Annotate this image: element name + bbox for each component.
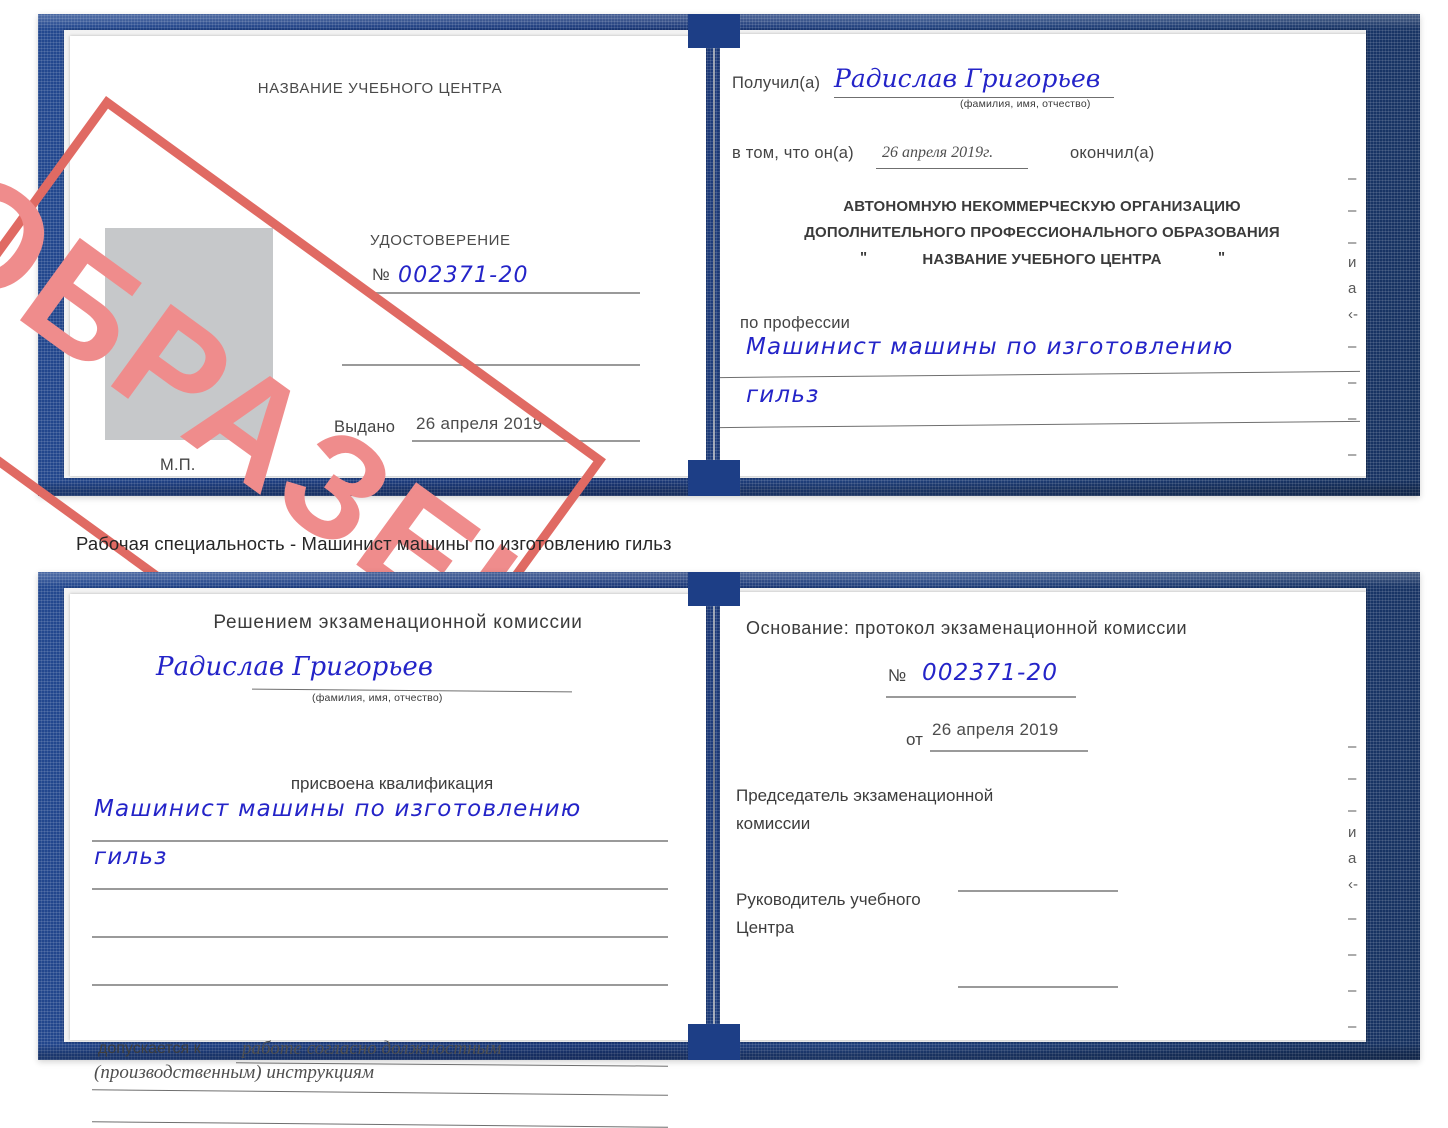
margin-glyph: а <box>1348 850 1357 867</box>
front-spine-strap-bottom <box>688 460 740 496</box>
commission-decision-heading: Решением экзаменационной комиссии <box>213 612 583 633</box>
head-signature-rule <box>958 986 1118 988</box>
back-spine-strap-top <box>688 572 740 606</box>
admitted-label: допускается к <box>98 1040 201 1057</box>
protocol-number-symbol: № <box>888 666 907 685</box>
head-line-2: Центра <box>736 918 795 937</box>
front-left-page: НАЗВАНИЕ УЧЕБНОГО ЦЕНТРА УДОСТОВЕРЕНИЕ №… <box>70 36 706 476</box>
profession-rule-2 <box>720 420 1360 429</box>
margin-glyph: – <box>1348 170 1357 187</box>
received-label: Получил(а) <box>732 74 821 92</box>
name-hint-front: (фамилия, имя, отчество) <box>960 98 1091 110</box>
training-center-title: НАЗВАНИЕ УЧЕБНОГО ЦЕНТРА <box>257 80 503 97</box>
admitted-rule-3 <box>92 1121 668 1128</box>
in-that-label: в том, что он(а) <box>732 144 854 162</box>
certificate-number: 002371-20 <box>398 263 529 288</box>
back-right-page: Основание: протокол экзаменационной коми… <box>720 592 1366 1040</box>
margin-glyph: – <box>1348 374 1357 391</box>
front-spine-strap-top <box>688 14 740 48</box>
margin-glyph: – <box>1348 446 1357 463</box>
completion-date-rule <box>876 168 1028 169</box>
protocol-number: 002371-20 <box>922 660 1059 686</box>
number-rule <box>370 292 640 294</box>
org-line-2: ДОПОЛНИТЕЛЬНОГО ПРОФЕССИОНАЛЬНОГО ОБРАЗО… <box>804 224 1280 241</box>
qualification-line-1: Машинист машины по изготовлению <box>94 796 582 822</box>
margin-glyph: – <box>1348 338 1357 355</box>
margin-glyph: а <box>1348 280 1357 297</box>
document-type-label: УДОСТОВЕРЕНИЕ <box>370 232 511 249</box>
org-quote-open: " <box>860 249 868 266</box>
margin-glyph: и <box>1348 254 1357 271</box>
basis-label: Основание: протокол экзаменационной коми… <box>746 618 1188 638</box>
blank-rule-1 <box>342 364 640 366</box>
org-line-1: АВТОНОМНУЮ НЕКОММЕРЧЕСКУЮ ОРГАНИЗАЦИЮ <box>843 198 1241 215</box>
protocol-from-label: от <box>906 730 923 749</box>
front-book-spine <box>713 36 715 476</box>
org-quote-close: " <box>1218 249 1226 266</box>
issued-rule <box>412 440 640 442</box>
photo-placeholder <box>105 228 273 440</box>
recipient-name: Радислав Григорьев <box>834 64 1101 93</box>
margin-glyph: – <box>1348 234 1357 251</box>
qualification-line-2: гильз <box>94 844 168 870</box>
margin-glyph: – <box>1348 738 1357 755</box>
margin-glyph: – <box>1348 946 1357 963</box>
margin-glyph: – <box>1348 910 1357 927</box>
margin-glyph: ‹- <box>1348 306 1358 323</box>
margin-glyph: – <box>1348 410 1357 427</box>
margin-glyph: ‹- <box>1348 876 1358 893</box>
chairman-line-1: Председатель экзаменационной <box>736 786 994 805</box>
profession-line-1: Машинист машины по изготовлению <box>746 334 1234 360</box>
margin-glyph: – <box>1348 770 1357 787</box>
margin-glyph: и <box>1348 824 1357 841</box>
number-symbol: № <box>372 266 390 284</box>
name-hint-back: (фамилия, имя, отчество) <box>312 692 443 704</box>
seal-place-label: М.П. <box>160 456 196 474</box>
front-margin-glyphs: – – – и а ‹- – – – – <box>1348 170 1382 470</box>
profession-label: по профессии <box>740 314 851 332</box>
back-left-page: Решением экзаменационной комиссии Радисл… <box>70 594 706 1128</box>
profession-rule-1 <box>720 370 1360 379</box>
qualification-rule-4 <box>92 984 668 986</box>
back-margin-glyphs: – – – и а ‹- – – – – <box>1348 738 1382 1038</box>
qualification-rule-1 <box>92 840 668 842</box>
margin-glyph: – <box>1348 802 1357 819</box>
protocol-number-rule <box>886 696 1076 698</box>
qualification-rule-2 <box>92 888 668 890</box>
profession-line-2: гильз <box>746 382 820 408</box>
front-right-page: Получил(а) Радислав Григорьев (фамилия, … <box>720 34 1366 476</box>
completion-date: 26 апреля 2019г. <box>882 144 994 161</box>
margin-glyph: – <box>1348 202 1357 219</box>
org-line-3: НАЗВАНИЕ УЧЕБНОГО ЦЕНТРА <box>922 251 1162 268</box>
qualification-rule-3 <box>92 936 668 938</box>
issued-date: 26 апреля 2019 <box>416 414 543 433</box>
head-line-1: Руководитель учебного <box>736 890 921 909</box>
margin-glyph: – <box>1348 982 1357 999</box>
back-book-spine <box>713 594 715 1040</box>
back-spine-strap-bottom <box>688 1024 740 1060</box>
protocol-from-rule <box>930 750 1088 752</box>
margin-glyph: – <box>1348 1018 1357 1035</box>
admitted-rule-2 <box>92 1089 668 1096</box>
issued-label: Выдано <box>334 418 396 436</box>
page-caption: Рабочая специальность - Машинист машины … <box>76 533 672 554</box>
protocol-from-date: 26 апреля 2019 <box>932 720 1059 739</box>
graduate-name: Радислав Григорьев <box>156 652 433 682</box>
qualification-label: присвоена квалификация <box>290 774 494 793</box>
chairman-signature-rule <box>958 890 1118 892</box>
chairman-line-2: комиссии <box>736 814 811 833</box>
admitted-line-2: (производственным) инструкциям <box>94 1062 374 1083</box>
admitted-line-1: работе согласно должностным <box>242 1038 502 1059</box>
finished-label: окончил(а) <box>1070 144 1155 162</box>
